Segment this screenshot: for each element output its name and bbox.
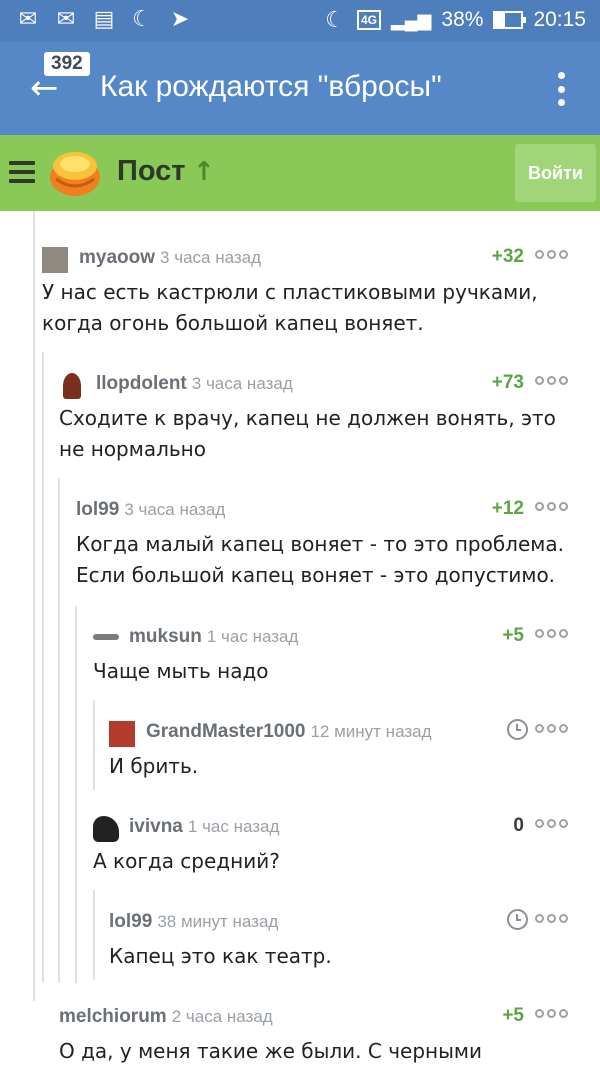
app-bar: ← 392 Как рождаются "вбросы": [0, 42, 600, 135]
thread-line: [75, 606, 77, 983]
more-horiz-icon[interactable]: [535, 629, 568, 638]
comment-time: 38 минут назад: [157, 912, 279, 931]
login-button[interactable]: Войти: [515, 144, 596, 202]
comment-author[interactable]: lol99 38 минут назад: [109, 911, 278, 933]
comment-time: 3 часа назад: [160, 248, 262, 267]
comment-text: А когда средний?: [93, 849, 280, 873]
back-arrow-icon[interactable]: ←: [30, 71, 66, 108]
comment-rating: +5: [502, 625, 524, 646]
more-horiz-icon[interactable]: [535, 819, 568, 828]
comment-author[interactable]: ivivna 1 час назад: [129, 816, 279, 838]
battery-icon: [493, 11, 527, 29]
thread-line: [42, 352, 44, 982]
more-horiz-icon[interactable]: [535, 1009, 568, 1018]
comment-text: О да, у меня такие же были. С черными: [59, 1039, 482, 1063]
section-bar: Пост ↑ Войти: [0, 135, 600, 211]
moon-icon: ☾: [325, 7, 345, 32]
comment-author[interactable]: llopdolent 3 часа назад: [96, 373, 293, 395]
more-horiz-icon[interactable]: [535, 502, 568, 511]
more-horiz-icon[interactable]: [535, 724, 568, 733]
comment: myaoow 3 часа назад +32 У нас есть кастрю…: [42, 245, 568, 339]
more-vert-icon[interactable]: [558, 72, 566, 106]
comment-author[interactable]: lol99 3 часа назад: [76, 499, 225, 521]
hamburger-menu-icon[interactable]: [9, 161, 35, 183]
comment-time: 1 час назад: [206, 627, 299, 646]
comment-time: 1 час назад: [187, 817, 280, 836]
clock-time: 20:15: [533, 8, 586, 31]
comment-author[interactable]: myaoow 3 часа назад: [79, 247, 261, 269]
comment: melchiorum 2 часа назад +5 О да, у меня т…: [59, 1004, 568, 1067]
signal-icon: ▂▄▆: [390, 9, 432, 30]
status-bar: ✉ ✉ ▤ ☾ ➤ ☾ 4G ▂▄▆ 38% 20:15: [0, 0, 600, 42]
more-horiz-icon[interactable]: [535, 250, 568, 259]
comment: lol99 3 часа назад +12 Когда малый капец …: [76, 497, 568, 591]
comment-author[interactable]: muksun 1 час назад: [129, 626, 298, 648]
comment-rating: +73: [491, 372, 524, 393]
thread-line: [58, 478, 60, 983]
comment: muksun 1 час назад +5 Чаще мыть надо: [93, 624, 568, 687]
comment-text: У нас есть кастрюли с пластиковыми ручка…: [42, 280, 538, 335]
mail-icon: ✉: [18, 7, 38, 32]
comment-rating: +32: [491, 246, 524, 267]
more-horiz-icon[interactable]: [535, 376, 568, 385]
clock-icon: [507, 719, 528, 740]
comment-time: 3 часа назад: [124, 500, 226, 519]
sd-card-icon: ▤: [93, 7, 115, 32]
comment-text: Когда малый капец воняет - то это пробле…: [76, 532, 564, 587]
comment-text: Сходите к врачу, капец не должен вонять,…: [59, 406, 556, 461]
avatar[interactable]: [93, 634, 119, 640]
comment-rating: +12: [491, 498, 524, 519]
network-type: 4G: [356, 10, 381, 30]
avatar[interactable]: [63, 373, 81, 399]
battery-percent: 38%: [441, 8, 484, 31]
section-title: Пост: [117, 155, 186, 187]
avatar[interactable]: [42, 247, 68, 273]
comment: llopdolent 3 часа назад +73 Сходите к вра…: [59, 371, 568, 465]
comment: GrandMaster1000 12 минут назад И брить.: [109, 719, 568, 782]
comment: ivivna 1 час назад 0 А когда средний?: [93, 814, 568, 877]
thread-line: [93, 890, 95, 980]
pikabu-logo-icon[interactable]: [48, 147, 102, 199]
page-title: Как рождаются "вбросы": [100, 70, 442, 103]
comment-time: 12 минут назад: [310, 722, 432, 741]
comment-text: И брить.: [109, 754, 199, 778]
thread-line: [33, 211, 35, 1001]
thread-line: [93, 700, 95, 790]
clock-icon: [507, 909, 528, 930]
comment-text: Чаще мыть надо: [93, 659, 269, 683]
comment: lol99 38 минут назад Капец это как театр.: [109, 909, 568, 972]
comment-rating: 0: [513, 815, 524, 836]
moon-icon: ☾: [132, 7, 152, 32]
mail-icon: ✉: [56, 7, 76, 32]
comment-rating: +5: [502, 1005, 524, 1026]
telegram-icon: ➤: [170, 7, 190, 32]
arrow-up-icon[interactable]: ↑: [193, 157, 215, 187]
avatar[interactable]: [109, 721, 135, 747]
avatar[interactable]: [93, 816, 119, 842]
more-horiz-icon[interactable]: [535, 914, 568, 923]
comment-text: Капец это как театр.: [109, 944, 332, 968]
comment-time: 3 часа назад: [191, 374, 293, 393]
comment-time: 2 часа назад: [171, 1007, 273, 1026]
comment-author[interactable]: GrandMaster1000 12 минут назад: [146, 721, 432, 743]
comment-author[interactable]: melchiorum 2 часа назад: [59, 1006, 273, 1028]
comment-count-badge: 392: [44, 52, 90, 76]
